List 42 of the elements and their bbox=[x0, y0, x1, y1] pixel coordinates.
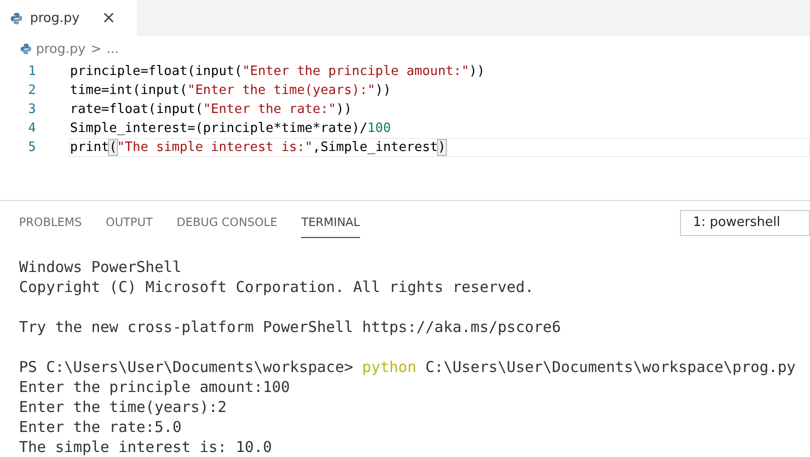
terminal-text: Copyright (C) Microsoft Corporation. All rights reserved. bbox=[19, 278, 534, 296]
breadcrumb-item[interactable]: prog.py bbox=[36, 42, 86, 56]
terminal-text: PS C:\Users\User\Documents\workspace> bbox=[19, 358, 354, 376]
code-text: )) bbox=[469, 64, 485, 79]
terminal-text: Enter the time(years):2 bbox=[19, 398, 227, 416]
terminal-command: python bbox=[362, 358, 416, 376]
terminal-dropdown[interactable]: 1: powershell bbox=[680, 210, 810, 236]
panel-tab[interactable]: TERMINAL bbox=[301, 208, 360, 238]
code-text: principle=float(input( bbox=[70, 64, 242, 79]
line-number: 2 bbox=[27, 83, 37, 98]
terminal-text: C:\Users\User\Documents\workspace\prog.py bbox=[424, 358, 796, 376]
string-literal: "Enter the principle amount:" bbox=[242, 64, 470, 79]
line-number: 4 bbox=[27, 121, 37, 136]
python-icon bbox=[10, 12, 23, 24]
terminal-text: Enter the rate:5.0 bbox=[19, 418, 182, 436]
code-text: )) bbox=[375, 83, 391, 98]
close-icon[interactable]: × bbox=[102, 10, 116, 26]
string-literal: "Enter the time(years):" bbox=[187, 83, 376, 98]
line-number: 1 bbox=[27, 64, 37, 79]
matched-bracket: ) bbox=[438, 140, 446, 155]
code-text: Simple_interest=(principle*time*rate)/ bbox=[70, 121, 368, 136]
code-text: print bbox=[70, 140, 110, 155]
breadcrumb-item[interactable]: ... bbox=[106, 42, 119, 56]
python-icon bbox=[20, 43, 32, 55]
number-literal: 100 bbox=[367, 121, 391, 136]
terminal-text: Try the new cross-platform PowerShell https://aka.ms/pscore6 bbox=[19, 318, 561, 336]
panel-tab[interactable]: PROBLEMS bbox=[19, 208, 82, 238]
breadcrumb-separator: > bbox=[90, 42, 102, 56]
terminal-text: Windows PowerShell bbox=[19, 258, 182, 276]
string-literal: "The simple interest is:" bbox=[116, 140, 313, 155]
code-text: )) bbox=[336, 102, 352, 117]
code-text: time=int(input( bbox=[70, 83, 188, 98]
terminal-text: Enter the principle amount:100 bbox=[19, 378, 290, 396]
terminal-text: The simple interest is: 10.0 bbox=[19, 438, 272, 456]
matched-bracket: ( bbox=[109, 140, 117, 155]
panel-tab[interactable]: OUTPUT bbox=[106, 208, 153, 238]
string-literal: "Enter the rate:" bbox=[203, 102, 336, 117]
code-text: ,Simple_interest bbox=[312, 140, 438, 155]
line-number: 5 bbox=[27, 140, 37, 155]
line-number: 3 bbox=[27, 102, 37, 117]
panel-tab[interactable]: DEBUG CONSOLE bbox=[176, 208, 278, 238]
code-text: rate=float(input( bbox=[70, 102, 204, 117]
